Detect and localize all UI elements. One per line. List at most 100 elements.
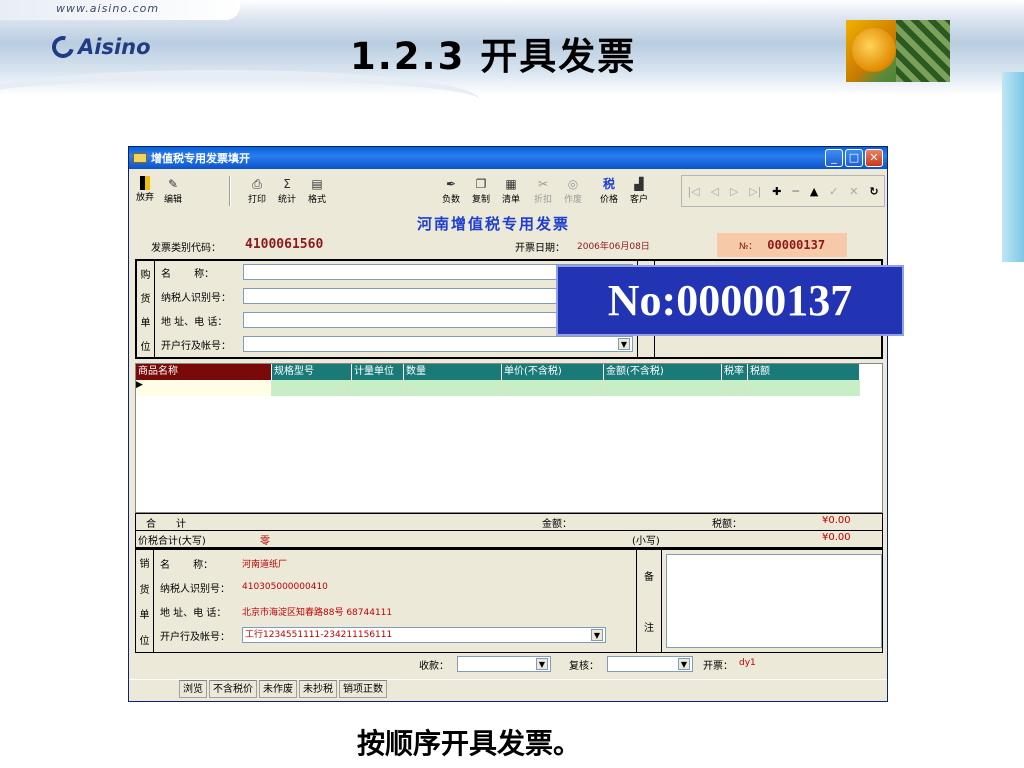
format-icon: ▤	[311, 177, 323, 191]
aisino-logo: Aisino	[47, 31, 151, 63]
delete-record-icon[interactable]: ━	[792, 185, 799, 198]
seller-name-row: 名 称： 河南道纸厂	[160, 554, 287, 572]
grid-cell[interactable]	[722, 380, 748, 396]
prev-record-icon[interactable]: ◁	[710, 185, 718, 198]
reviewer-label: 复核：	[569, 661, 599, 672]
invoice-number-callout: No:00000137	[556, 265, 904, 336]
dropdown-arrow-icon[interactable]: ▼	[591, 629, 603, 641]
invoice-date-label: 开票日期：	[515, 243, 565, 254]
list-label: 清单	[501, 195, 520, 205]
cancel-record-icon[interactable]: ✕	[849, 185, 858, 198]
void-icon: ◎	[567, 177, 579, 191]
tax-label: 税额：	[712, 519, 742, 530]
add-record-icon[interactable]: ✚	[772, 185, 781, 198]
last-record-icon[interactable]: ▷|	[749, 185, 761, 198]
refresh-icon[interactable]: ↻	[869, 185, 878, 198]
print-label: 打印	[247, 195, 266, 205]
buyer-bank-label: 开户行及帐号：	[161, 340, 231, 352]
dropdown-arrow-icon[interactable]: ▼	[618, 338, 630, 350]
void-button[interactable]: ◎ 作废	[561, 176, 585, 205]
price-button[interactable]: 税 价格	[597, 176, 621, 205]
discount-icon: ✂	[537, 177, 549, 191]
edit-record-icon[interactable]: ▲	[810, 185, 818, 198]
col-header-tax[interactable]: 税额	[748, 364, 860, 380]
invoice-code-label: 发票类别代码：	[151, 243, 221, 254]
copy-label: 复制	[471, 195, 490, 205]
stats-button[interactable]: Σ 统计	[275, 176, 299, 205]
list-button[interactable]: ▦ 清单	[499, 176, 523, 205]
invoice-number-value: 00000137	[767, 238, 826, 252]
site-url: www.aisino.com	[56, 2, 160, 15]
col-header-spec[interactable]: 规格型号	[272, 364, 352, 380]
grid-cell[interactable]	[502, 380, 604, 396]
grid-cell[interactable]	[272, 380, 352, 396]
seller-name-label: 名 称：	[160, 559, 214, 571]
logo-text: Aisino	[78, 35, 151, 59]
grid-cell[interactable]	[404, 380, 502, 396]
post-record-icon[interactable]: ✓	[829, 185, 838, 198]
callout-text: No:00000137	[607, 276, 853, 325]
buyer-address-label: 地 址、电 话：	[161, 316, 228, 328]
sum-label: 合 计	[146, 519, 186, 530]
discard-icon	[140, 176, 150, 190]
seller-taxid-label: 纳税人识别号：	[160, 583, 230, 595]
toolbar-separator	[229, 176, 231, 206]
buyer-side-char: 单	[140, 317, 151, 329]
negative-button[interactable]: ✒ 负数	[439, 176, 463, 205]
discount-button[interactable]: ✂ 折扣	[531, 176, 555, 205]
grid-cell[interactable]	[748, 380, 860, 396]
buyer-bank-select[interactable]: ▼	[243, 336, 633, 352]
receiver-select[interactable]: ▼	[457, 656, 551, 672]
next-record-icon[interactable]: ▷	[730, 185, 738, 198]
col-header-amount[interactable]: 金额(不含税)	[604, 364, 722, 380]
col-header-name[interactable]: 商品名称	[136, 364, 272, 380]
invoice-number-box: №： 00000137	[717, 233, 847, 257]
printer-icon: ⎙	[252, 177, 262, 191]
discard-button[interactable]: 放弃	[133, 176, 157, 203]
discount-label: 折扣	[533, 195, 552, 205]
toolbar: 放弃 ✎ 编辑 ⎙ 打印 Σ 统计 ▤ 格式 ✒ 负数 ❐ 复制 ▦ 清单 ✂ …	[129, 170, 887, 212]
signatures-row: 收款： ▼ 复核： ▼ 开票： dy1	[135, 653, 883, 675]
stats-label: 统计	[277, 195, 296, 205]
invoice-heading: 河南增值税专用发票	[417, 215, 571, 233]
window-icon	[133, 153, 147, 163]
sigma-icon: Σ	[283, 177, 291, 191]
maximize-button[interactable]: □	[845, 149, 863, 167]
remarks-label: 备 注	[636, 550, 662, 652]
format-button[interactable]: ▤ 格式	[305, 176, 329, 205]
col-header-price[interactable]: 单价(不含税)	[502, 364, 604, 380]
invoice-number-label: №：	[738, 241, 758, 252]
sum-row: 合 计 金额： 税额： ¥0.00	[136, 514, 882, 531]
edit-button[interactable]: ✎ 编辑	[161, 176, 185, 205]
list-icon: ▦	[505, 177, 517, 191]
close-button[interactable]: ✕	[865, 149, 883, 167]
copy-button[interactable]: ❐ 复制	[469, 176, 493, 205]
seller-side-char: 单	[139, 610, 150, 622]
totals-section: 合 计 金额： 税额： ¥0.00 价税合计(大写) 零 (小写) ¥0.00	[135, 513, 883, 549]
dropdown-arrow-icon[interactable]: ▼	[536, 658, 548, 670]
grand-total-row: 价税合计(大写) 零 (小写) ¥0.00	[136, 531, 882, 548]
dropdown-arrow-icon[interactable]: ▼	[678, 658, 690, 670]
discard-label: 放弃	[135, 193, 154, 203]
minimize-button[interactable]: _	[825, 149, 843, 167]
grid-cell[interactable]	[352, 380, 404, 396]
reviewer-select[interactable]: ▼	[607, 656, 693, 672]
grid-cell[interactable]	[604, 380, 722, 396]
col-header-rate[interactable]: 税率	[722, 364, 748, 380]
first-record-icon[interactable]: |◁	[687, 185, 699, 198]
remarks-input[interactable]	[666, 554, 882, 648]
slide-title: 1.2.3 开具发票	[350, 35, 637, 78]
seller-side-char: 销	[139, 559, 150, 571]
items-grid[interactable]: 商品名称 规格型号 计量单位 数量 单价(不含税) 金额(不含税) 税率 税额 …	[135, 363, 883, 513]
seller-side-char: 位	[139, 635, 150, 647]
customer-label: 客户	[629, 195, 648, 205]
seller-bank-select[interactable]: 工行1234551111-234211156111 ▼	[242, 627, 606, 643]
col-header-unit[interactable]: 计量单位	[352, 364, 404, 380]
print-button[interactable]: ⎙ 打印	[245, 176, 269, 205]
seller-name-value: 河南道纸厂	[242, 559, 288, 570]
void-label: 作废	[563, 195, 582, 205]
window-titlebar[interactable]: 增值税专用发票填开 _ □ ✕	[129, 147, 887, 169]
grid-row[interactable]: ▶	[136, 380, 860, 396]
customer-button[interactable]: ▟ 客户	[627, 176, 651, 205]
col-header-qty[interactable]: 数量	[404, 364, 502, 380]
